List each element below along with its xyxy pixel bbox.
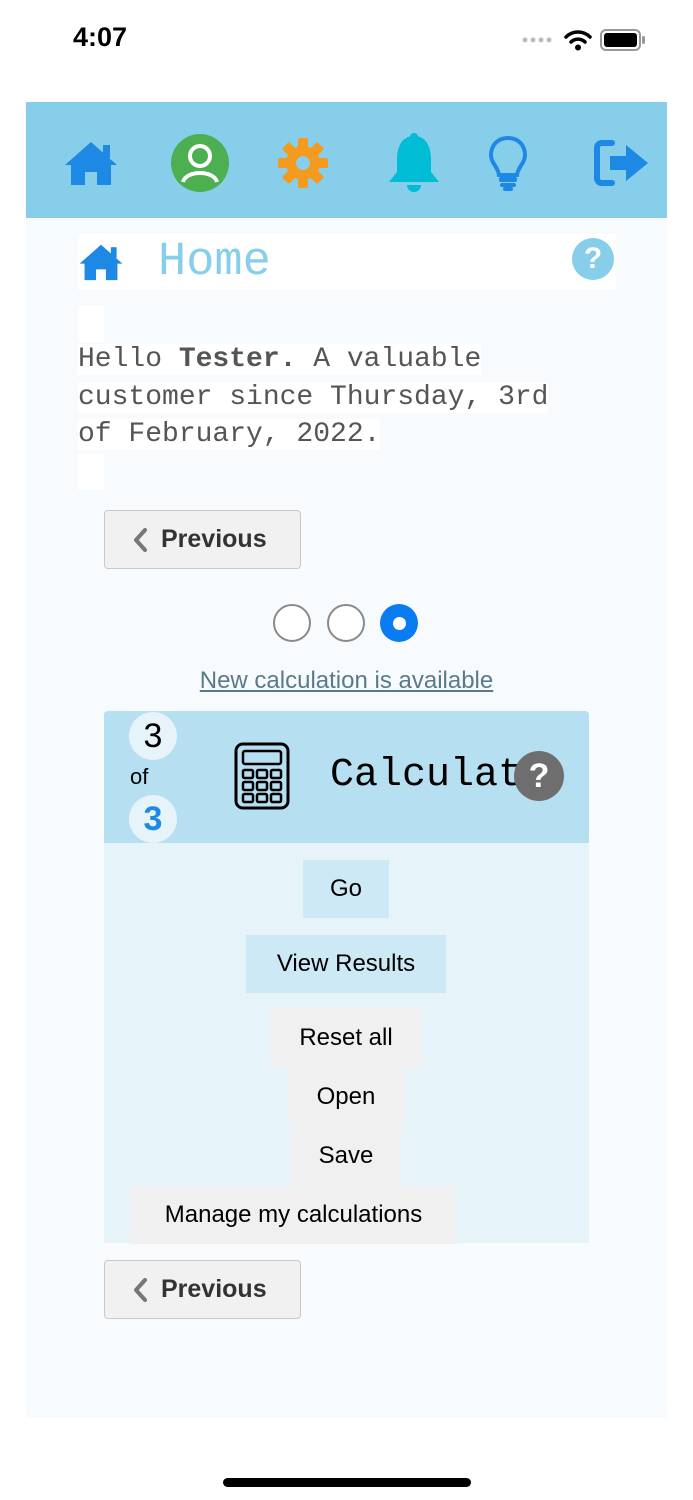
page-home-icon [78,242,124,287]
step-of-label: of [130,764,149,789]
step-total: 3 [129,795,177,843]
page-help-button[interactable]: ? [572,238,614,280]
nav-settings-button[interactable] [272,130,334,196]
home-icon [65,142,117,185]
step-radio-1[interactable] [273,604,311,642]
greeting-spacer-top [78,306,104,342]
step-current: 3 [129,712,177,760]
cellular-signal-icon [522,37,552,43]
nav-profile-button[interactable] [169,130,231,196]
chevron-left-icon [134,1277,147,1302]
chevron-left-icon [134,527,147,552]
status-icons [522,26,646,54]
top-nav-bar [26,102,667,218]
previous-button-top[interactable]: Previous [104,510,301,569]
step-radio-3[interactable] [380,604,418,642]
go-button[interactable]: Go [303,860,389,918]
customer-name: Tester. [178,344,297,375]
calculator-help-button[interactable]: ? [514,751,564,801]
open-button[interactable]: Open [288,1068,404,1126]
logout-icon [594,140,648,186]
lightbulb-icon [488,135,528,191]
greeting-text: Hello Tester. A valuable customer since … [78,344,549,450]
home-indicator [223,1478,471,1487]
manage-calculations-button[interactable]: Manage my calculations [130,1186,457,1244]
nav-tips-button[interactable] [477,130,539,196]
nav-logout-button[interactable] [592,130,654,196]
gear-icon [278,138,328,188]
previous-label: Previous [161,1275,267,1303]
greeting-spacer-bottom [78,454,104,490]
previous-button-bottom[interactable]: Previous [104,1260,301,1319]
view-results-button[interactable]: View Results [246,935,446,993]
calculator-title: Calculator [330,753,520,798]
new-calculation-link[interactable]: New calculation is available [0,667,693,695]
status-time: 4:07 [73,22,128,52]
bell-icon [389,133,439,192]
nav-home-button[interactable] [60,130,122,196]
step-radio-2[interactable] [327,604,365,642]
reset-all-button[interactable]: Reset all [270,1009,422,1067]
battery-icon [600,29,645,51]
wifi-icon [564,30,592,51]
previous-label: Previous [161,525,267,553]
save-button[interactable]: Save [291,1127,401,1185]
calculator-icon [234,742,290,815]
page-title: Home [158,236,271,289]
nav-notifications-button[interactable] [383,130,445,196]
profile-icon [171,134,229,192]
